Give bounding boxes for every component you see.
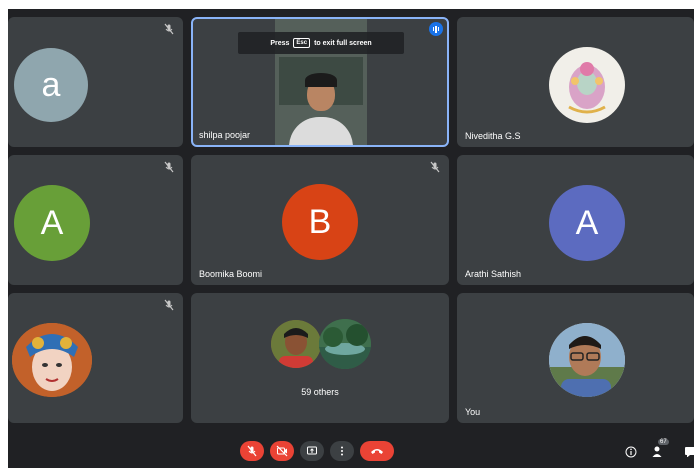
mic-muted-icon xyxy=(164,23,174,35)
person-body xyxy=(289,117,353,145)
avatar: a xyxy=(14,48,88,122)
meeting-details-button[interactable] xyxy=(625,445,637,458)
avatar xyxy=(12,323,92,397)
chat-button[interactable] xyxy=(684,445,694,457)
camera-toggle-button[interactable] xyxy=(270,441,294,461)
participant-name: shilpa poojar xyxy=(199,130,251,140)
participants-count-badge: 67 xyxy=(658,439,669,445)
avatar: A xyxy=(14,185,90,261)
end-call-icon xyxy=(371,449,383,454)
others-count: 59 others xyxy=(301,387,339,397)
participant-tile[interactable]: A Arathi Sathish xyxy=(457,155,694,285)
participant-name: Arathi Sathish xyxy=(465,269,522,279)
avatar: B xyxy=(282,184,358,260)
krishna-image-icon xyxy=(12,323,92,397)
esc-key: Esc xyxy=(293,38,311,48)
control-bar: 67 xyxy=(8,433,694,468)
present-button[interactable] xyxy=(300,441,324,461)
participant-tile[interactable]: a xyxy=(8,17,183,147)
person-photo-icon xyxy=(271,320,321,368)
participant-tile[interactable]: B Boomika Boomi xyxy=(191,155,449,285)
avatar: A xyxy=(549,185,625,261)
participant-tile[interactable] xyxy=(8,293,183,423)
leave-call-button[interactable] xyxy=(360,441,394,461)
landscape-photo-icon xyxy=(319,319,371,369)
mic-muted-icon xyxy=(164,161,174,173)
meeting-stage: a Press Esc to exit full screen shilpa p… xyxy=(8,9,694,468)
avatar xyxy=(271,320,321,368)
self-tile[interactable]: You xyxy=(457,293,694,423)
participant-tile-active[interactable]: Press Esc to exit full screen shilpa poo… xyxy=(191,17,449,147)
others-tile[interactable]: 59 others xyxy=(191,293,449,423)
ganesha-image-icon xyxy=(568,62,606,114)
mic-off-icon xyxy=(247,445,257,457)
participant-name: You xyxy=(465,407,481,417)
participant-tile[interactable]: Niveditha G.S xyxy=(457,17,694,147)
participant-name: Niveditha G.S xyxy=(465,131,521,141)
people-icon xyxy=(652,446,662,457)
present-screen-icon xyxy=(307,446,317,455)
person-hair xyxy=(305,73,337,87)
avatar xyxy=(319,319,371,369)
chat-icon xyxy=(685,447,694,457)
participants-button[interactable]: 67 xyxy=(651,439,675,461)
more-options-icon xyxy=(341,446,343,456)
avatar xyxy=(549,47,625,123)
speaking-indicator-icon xyxy=(429,22,443,36)
mic-toggle-button[interactable] xyxy=(240,441,264,461)
mic-muted-icon xyxy=(430,161,440,173)
participant-name: Boomika Boomi xyxy=(199,269,263,279)
camera-off-icon xyxy=(276,445,288,457)
self-photo-icon xyxy=(549,323,625,397)
more-options-button[interactable] xyxy=(330,441,354,461)
fullscreen-banner: Press Esc to exit full screen xyxy=(238,32,404,54)
participant-tile[interactable]: A xyxy=(8,155,183,285)
avatar xyxy=(549,323,625,397)
mic-muted-icon xyxy=(164,299,174,311)
info-icon xyxy=(625,446,637,458)
